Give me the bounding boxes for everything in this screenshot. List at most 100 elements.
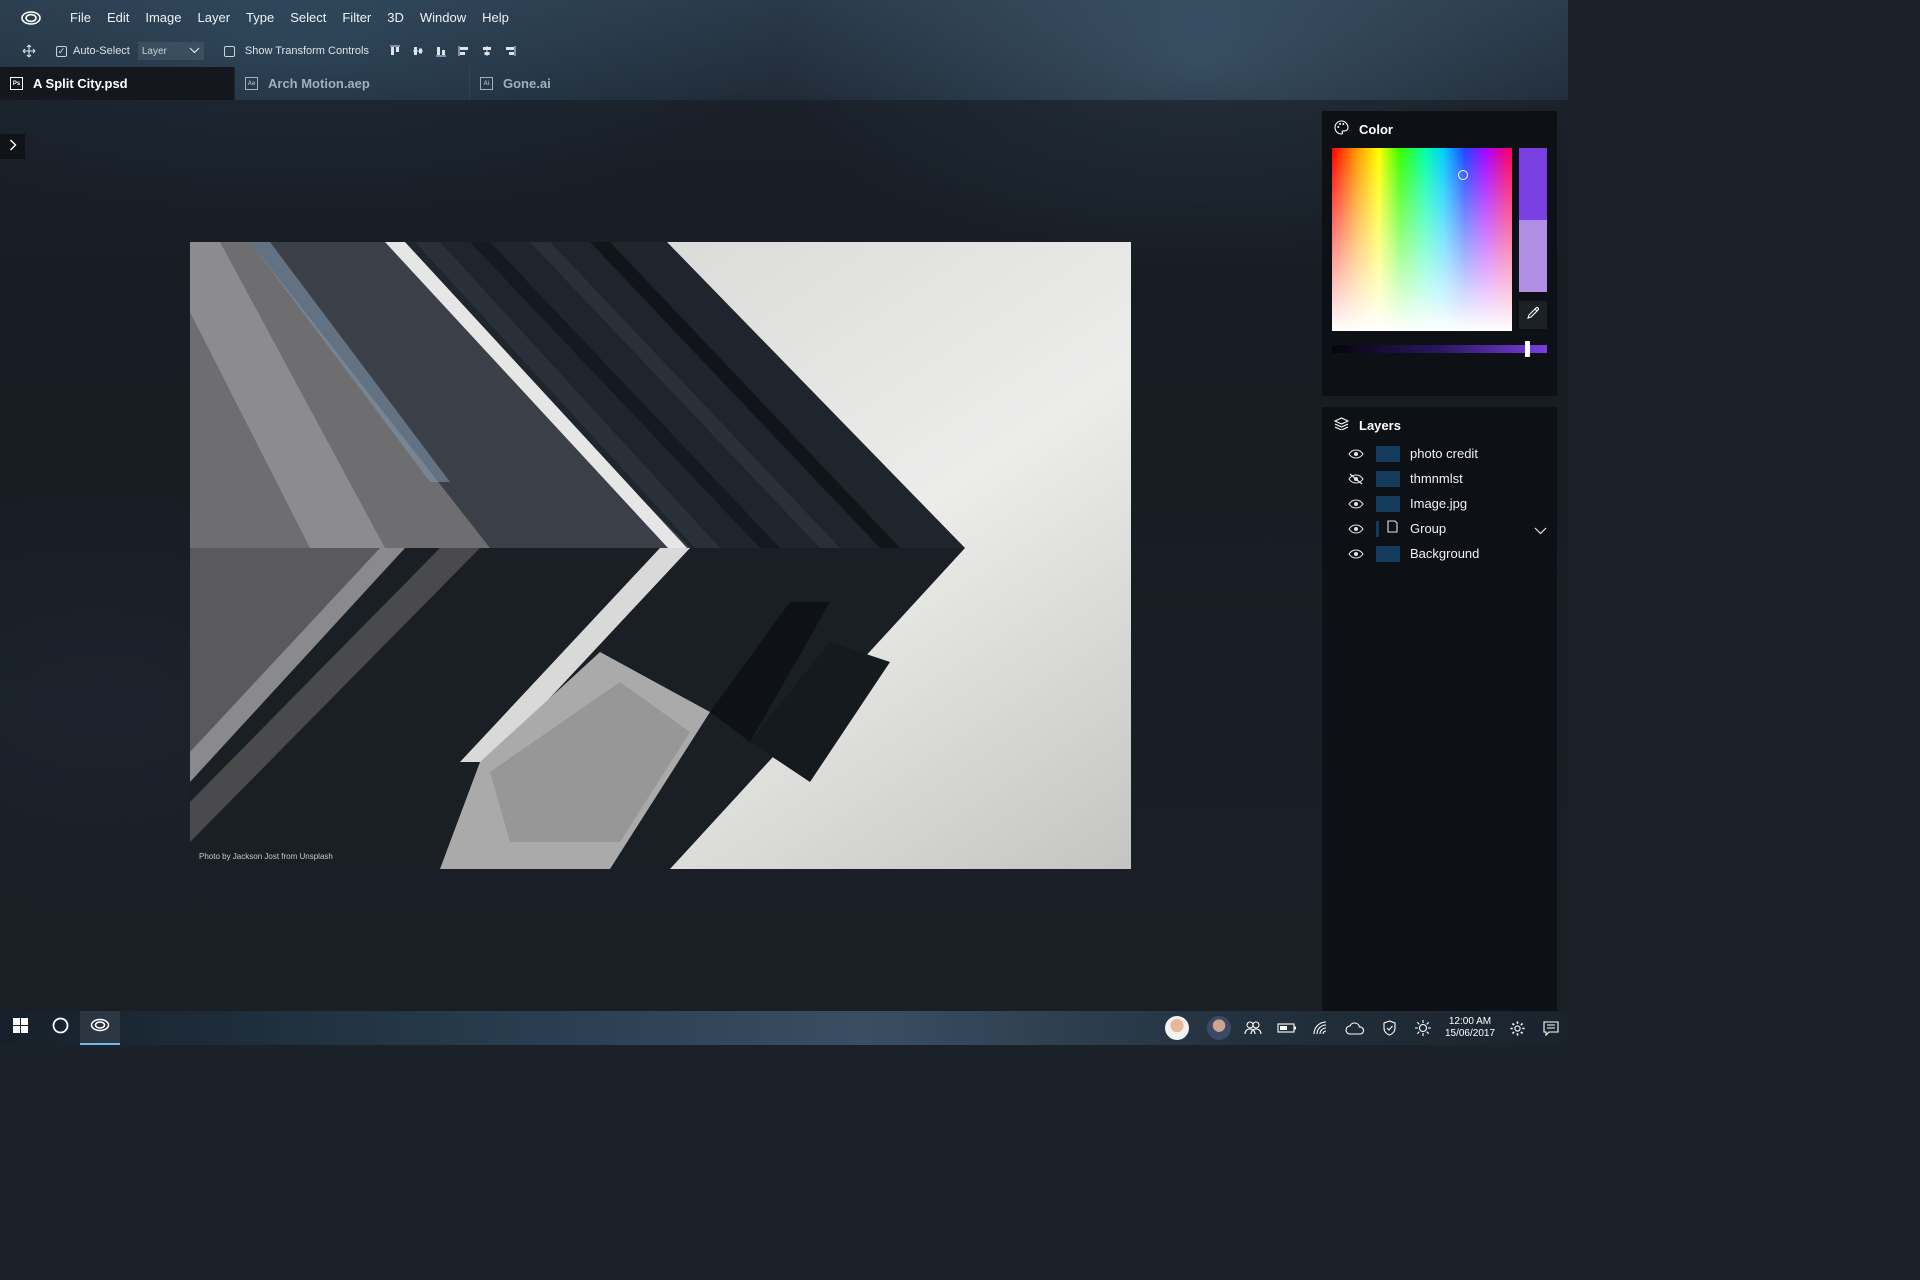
layer-thumbnail — [1376, 445, 1400, 462]
photo-credit-text: Photo by Jackson Jost from Unsplash — [199, 852, 333, 861]
contact-avatar-2[interactable] — [1202, 1011, 1236, 1045]
layer-row-thmnmlst[interactable]: thmnmlst — [1322, 466, 1557, 491]
color-spectrum-field[interactable] — [1332, 148, 1512, 331]
color-picker-handle[interactable] — [1458, 170, 1468, 180]
tab-label: Gone.ai — [503, 76, 551, 91]
menu-type[interactable]: Type — [238, 0, 282, 36]
creative-cloud-taskbar-button[interactable] — [80, 1011, 120, 1045]
auto-select-mode-dropdown[interactable]: Layer — [137, 42, 204, 60]
layer-row-group[interactable]: Group — [1322, 516, 1557, 541]
avatar — [1207, 1016, 1231, 1040]
battery-icon[interactable] — [1270, 1011, 1304, 1045]
creative-cloud-icon — [90, 1018, 110, 1037]
menu-file[interactable]: File — [62, 0, 99, 36]
layer-name: Image.jpg — [1410, 496, 1468, 511]
chevron-right-icon — [9, 138, 17, 156]
layers-icon — [1333, 417, 1350, 433]
eye-icon[interactable] — [1348, 498, 1364, 510]
eyedropper-icon — [1526, 306, 1540, 325]
taskbar: 12:00 AM 15/06/2017 — [0, 1011, 1568, 1045]
menu-help[interactable]: Help — [474, 0, 517, 36]
align-horizontal-center-icon[interactable] — [481, 45, 495, 57]
layer-row-image-jpg[interactable]: Image.jpg — [1322, 491, 1557, 516]
document-tabs: Ps A Split City.psd Ae Arch Motion.aep A… — [0, 67, 1568, 100]
cortana-button[interactable] — [40, 1011, 80, 1045]
group-indicator — [1376, 519, 1400, 538]
layers-panel-header: Layers — [1322, 407, 1557, 443]
chevron-down-icon[interactable] — [1534, 522, 1547, 540]
layer-name: photo credit — [1410, 446, 1478, 461]
eyedropper-button[interactable] — [1519, 301, 1547, 329]
slider-thumb[interactable] — [1525, 341, 1530, 357]
color-intensity-slider[interactable] — [1332, 341, 1547, 357]
tab-a-split-city[interactable]: Ps A Split City.psd — [0, 67, 235, 100]
brightness-sun-icon[interactable] — [1406, 1011, 1440, 1045]
eye-icon[interactable] — [1348, 448, 1364, 460]
menu-3d[interactable]: 3D — [379, 0, 412, 36]
layers-panel: Layers photo credit thmnmlst Image.jpg G… — [1322, 407, 1557, 1011]
auto-select-checkbox[interactable]: ✓ — [56, 45, 67, 57]
color-panel: Color — [1322, 111, 1557, 396]
layer-row-photo-credit[interactable]: photo credit — [1322, 441, 1557, 466]
menu-filter[interactable]: Filter — [334, 0, 379, 36]
layer-row-background[interactable]: Background — [1322, 541, 1557, 566]
current-color-swatch[interactable] — [1519, 148, 1547, 220]
align-right-icon[interactable] — [504, 45, 518, 57]
show-transform-controls-checkbox[interactable] — [223, 45, 235, 57]
clock-date: 15/06/2017 — [1444, 1028, 1496, 1039]
layer-name: Background — [1410, 546, 1480, 561]
creative-cloud-logo-icon[interactable] — [0, 0, 62, 36]
eye-hidden-icon[interactable] — [1348, 473, 1364, 485]
move-tool-icon[interactable] — [22, 44, 44, 58]
settings-gear-icon[interactable] — [1500, 1011, 1534, 1045]
tab-label: Arch Motion.aep — [268, 76, 370, 91]
start-button[interactable] — [0, 1011, 40, 1045]
document-canvas[interactable]: Photo by Jackson Jost from Unsplash — [190, 242, 1131, 869]
avatar — [1165, 1016, 1189, 1040]
architecture-photo — [190, 242, 1131, 869]
show-transform-controls-label: Show Transform Controls — [244, 45, 369, 57]
layer-thumbnail — [1376, 495, 1400, 512]
action-center-icon[interactable] — [1534, 1011, 1568, 1045]
eye-icon[interactable] — [1348, 523, 1364, 535]
auto-select-mode-value: Layer — [141, 45, 167, 57]
system-tray: 12:00 AM 15/06/2017 — [1160, 1011, 1568, 1045]
chevron-down-icon — [189, 46, 200, 57]
align-buttons-group — [389, 45, 518, 57]
align-top-icon[interactable] — [389, 45, 403, 57]
menu-window[interactable]: Window — [412, 0, 474, 36]
people-icon[interactable] — [1236, 1011, 1270, 1045]
align-bottom-icon[interactable] — [435, 45, 449, 57]
tab-arch-motion[interactable]: Ae Arch Motion.aep — [235, 67, 470, 100]
menu-bar: File Edit Image Layer Type Select Filter… — [0, 0, 1568, 36]
palette-icon — [1334, 120, 1349, 138]
menu-image[interactable]: Image — [137, 0, 189, 36]
previous-color-swatch[interactable] — [1519, 220, 1547, 292]
onedrive-cloud-icon[interactable] — [1338, 1011, 1372, 1045]
layer-thumbnail — [1376, 470, 1400, 487]
menu-select[interactable]: Select — [282, 0, 334, 36]
align-vertical-center-icon[interactable] — [412, 45, 426, 57]
group-folder-icon — [1387, 519, 1398, 538]
defender-shield-icon[interactable] — [1372, 1011, 1406, 1045]
layer-name: thmnmlst — [1410, 471, 1463, 486]
layer-thumbnail — [1376, 545, 1400, 562]
wifi-icon[interactable] — [1304, 1011, 1338, 1045]
contact-avatar-1[interactable] — [1160, 1011, 1194, 1045]
color-panel-title: Color — [1359, 121, 1393, 137]
photoshop-file-icon: Ps — [10, 77, 23, 90]
menu-layer[interactable]: Layer — [190, 0, 239, 36]
menu-edit[interactable]: Edit — [99, 0, 137, 36]
tab-label: A Split City.psd — [33, 76, 128, 91]
align-left-icon[interactable] — [458, 45, 472, 57]
expand-tools-panel-button[interactable] — [0, 134, 25, 159]
group-bar — [1376, 520, 1379, 537]
cortana-circle-icon — [52, 1017, 69, 1039]
windows-logo-icon — [12, 1018, 28, 1038]
eye-icon[interactable] — [1348, 548, 1364, 560]
system-clock[interactable]: 12:00 AM 15/06/2017 — [1440, 1016, 1500, 1040]
layers-list: photo credit thmnmlst Image.jpg Group Ba… — [1322, 441, 1557, 566]
tab-gone[interactable]: Ai Gone.ai — [470, 67, 705, 100]
auto-select-label: Auto-Select — [73, 45, 130, 57]
clock-time: 12:00 AM — [1448, 1016, 1492, 1027]
